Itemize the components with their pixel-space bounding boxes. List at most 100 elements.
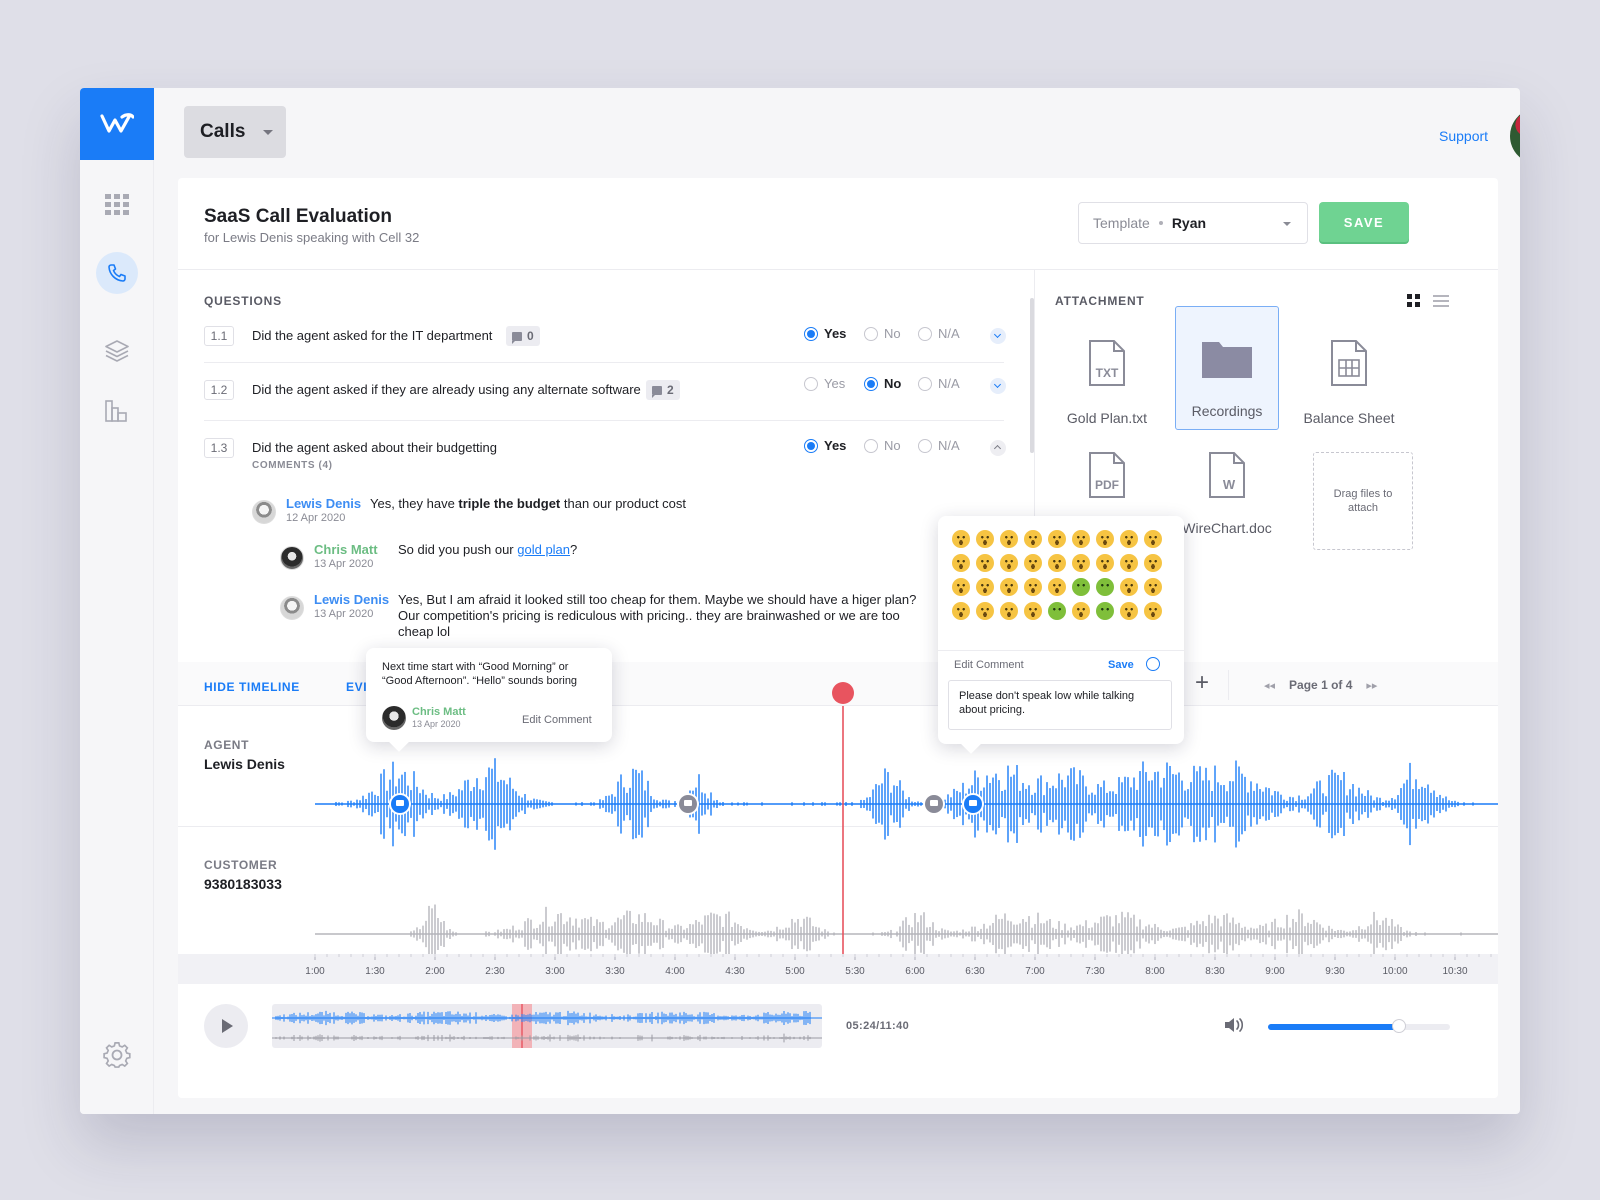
question-text: Did the agent asked for the IT departmen… xyxy=(252,328,493,343)
comment-body: Yes, But I am afraid it looked still too… xyxy=(398,592,917,639)
user-avatar[interactable] xyxy=(1510,108,1520,164)
answer-yes-radio[interactable]: Yes xyxy=(804,326,846,341)
emoji-option[interactable] xyxy=(1024,530,1042,548)
attachment-file[interactable]: TXT Gold Plan.txt xyxy=(1055,314,1159,438)
emoji-option[interactable] xyxy=(1000,578,1018,596)
emoji-option[interactable] xyxy=(952,554,970,572)
emoji-option[interactable] xyxy=(1024,578,1042,596)
volume-icon[interactable] xyxy=(1224,1016,1246,1034)
comment-textarea[interactable]: Please don't speak low while talking abo… xyxy=(948,680,1172,730)
file-name: WireChart.doc xyxy=(1182,520,1272,536)
nav-layers[interactable] xyxy=(92,330,142,372)
expand-chevron-icon[interactable] xyxy=(990,328,1006,344)
emoji-icon[interactable] xyxy=(1146,657,1160,671)
previous-page-icon[interactable]: ◂◂ xyxy=(1264,679,1275,692)
comment-marker[interactable] xyxy=(389,793,411,815)
emoji-option[interactable] xyxy=(1144,554,1162,572)
answer-no-radio[interactable]: No xyxy=(864,376,901,391)
answer-no-radio[interactable]: No xyxy=(864,438,901,453)
emoji-option[interactable] xyxy=(976,602,994,620)
play-button[interactable] xyxy=(204,1004,248,1048)
emoji-option[interactable] xyxy=(1144,530,1162,548)
emoji-option[interactable] xyxy=(1000,602,1018,620)
waveform-area[interactable] xyxy=(178,682,1498,964)
file-name: Balance Sheet xyxy=(1303,410,1395,426)
answer-yes-radio[interactable]: Yes xyxy=(804,438,846,453)
emoji-option[interactable] xyxy=(1048,578,1066,596)
emoji-option[interactable] xyxy=(976,554,994,572)
emoji-option[interactable] xyxy=(952,602,970,620)
emoji-option[interactable] xyxy=(1072,578,1090,596)
emoji-option[interactable] xyxy=(1144,602,1162,620)
attachment-label: ATTACHMENT xyxy=(1055,294,1145,308)
section-select[interactable]: Calls xyxy=(184,106,286,158)
gold-plan-link[interactable]: gold plan xyxy=(517,542,570,557)
events-tab[interactable]: EVI xyxy=(346,680,367,694)
answer-no-radio[interactable]: No xyxy=(864,326,901,341)
comment-author[interactable]: Chris Matt xyxy=(314,542,378,557)
emoji-option[interactable] xyxy=(1120,578,1138,596)
template-select[interactable]: Template Ryan xyxy=(1078,202,1308,244)
emoji-option[interactable] xyxy=(1048,530,1066,548)
emoji-option[interactable] xyxy=(1096,554,1114,572)
comment-count-badge[interactable]: 0 xyxy=(506,326,540,346)
avatar xyxy=(252,500,276,524)
emoji-option[interactable] xyxy=(1000,530,1018,548)
comment-author[interactable]: Lewis Denis xyxy=(286,496,361,511)
topbar: Calls Support xyxy=(154,88,1520,178)
emoji-option[interactable] xyxy=(1120,554,1138,572)
comment-marker[interactable] xyxy=(962,793,984,815)
hide-timeline-button[interactable]: HIDE TIMELINE xyxy=(204,680,300,694)
nav-settings[interactable] xyxy=(92,1034,142,1076)
emoji-option[interactable] xyxy=(1120,602,1138,620)
answer-na-radio[interactable]: N/A xyxy=(918,376,960,391)
emoji-option[interactable] xyxy=(1096,602,1114,620)
support-link[interactable]: Support xyxy=(1439,128,1488,144)
emoji-option[interactable] xyxy=(1096,578,1114,596)
save-comment-button[interactable]: Save xyxy=(1108,659,1134,671)
attachment-file[interactable]: W WireChart.doc xyxy=(1175,450,1279,574)
answer-na-radio[interactable]: N/A xyxy=(918,326,960,341)
expand-chevron-icon[interactable] xyxy=(990,378,1006,394)
comment-marker[interactable] xyxy=(923,793,945,815)
comment-count: 2 xyxy=(667,383,674,397)
list-view-icon[interactable] xyxy=(1433,294,1449,308)
logo[interactable] xyxy=(80,88,154,160)
comment-author[interactable]: Lewis Denis xyxy=(314,592,389,607)
next-page-icon[interactable]: ▸▸ xyxy=(1366,679,1377,692)
playhead-handle[interactable] xyxy=(832,682,854,704)
edit-comment-button[interactable]: Edit Comment xyxy=(522,714,592,726)
emoji-option[interactable] xyxy=(952,530,970,548)
emoji-option[interactable] xyxy=(1048,602,1066,620)
volume-slider[interactable] xyxy=(1268,1019,1450,1033)
emoji-option[interactable] xyxy=(1072,554,1090,572)
emoji-option[interactable] xyxy=(976,530,994,548)
comment-marker[interactable] xyxy=(677,793,699,815)
volume-knob[interactable] xyxy=(1392,1019,1407,1033)
nav-reports[interactable] xyxy=(92,390,142,432)
emoji-option[interactable] xyxy=(1048,554,1066,572)
emoji-option[interactable] xyxy=(1072,602,1090,620)
emoji-option[interactable] xyxy=(1072,530,1090,548)
emoji-option[interactable] xyxy=(1024,602,1042,620)
emoji-option[interactable] xyxy=(1024,554,1042,572)
grid-view-icon[interactable] xyxy=(1407,294,1421,308)
nav-dashboard[interactable] xyxy=(92,184,142,226)
emoji-option[interactable] xyxy=(1000,554,1018,572)
emoji-option[interactable] xyxy=(976,578,994,596)
emoji-option[interactable] xyxy=(1096,530,1114,548)
attachment-folder-selected[interactable]: Recordings xyxy=(1175,306,1279,430)
mini-waveform-scrubber[interactable] xyxy=(272,1004,822,1048)
answer-yes-radio[interactable]: Yes xyxy=(804,376,845,391)
file-drop-zone[interactable]: Drag files to attach xyxy=(1313,452,1413,550)
attachment-file[interactable]: Balance Sheet xyxy=(1297,314,1401,438)
collapse-chevron-icon[interactable] xyxy=(990,440,1006,456)
comment-count-badge[interactable]: 2 xyxy=(646,380,680,400)
emoji-option[interactable] xyxy=(1120,530,1138,548)
add-icon[interactable]: + xyxy=(1190,671,1214,696)
nav-calls[interactable] xyxy=(92,252,142,294)
answer-na-radio[interactable]: N/A xyxy=(918,438,960,453)
emoji-option[interactable] xyxy=(952,578,970,596)
emoji-option[interactable] xyxy=(1144,578,1162,596)
save-button[interactable]: SAVE xyxy=(1319,202,1409,242)
